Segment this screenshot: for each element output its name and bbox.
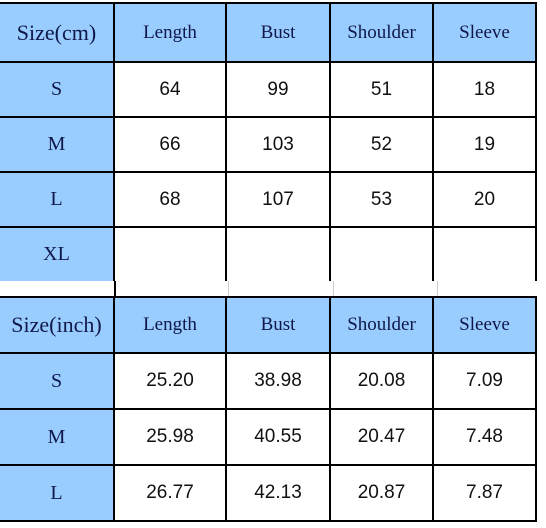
header-row: Size(inch) Length Bust Shoulder Sleeve xyxy=(0,296,537,354)
bust-cell: 99 xyxy=(225,61,331,118)
shoulder-cell: 20.47 xyxy=(329,408,434,466)
length-cell: 25.20 xyxy=(113,352,227,410)
bust-cell: 103 xyxy=(225,116,331,173)
bust-cell: 42.13 xyxy=(225,464,331,522)
column-header-bust: Bust xyxy=(225,296,331,354)
column-header-length: Length xyxy=(113,296,227,354)
column-header-shoulder: Shoulder xyxy=(329,2,434,63)
column-header-sleeve: Sleeve xyxy=(432,2,537,63)
length-cell: 64 xyxy=(113,61,227,118)
table-row: XL xyxy=(0,226,537,283)
bust-cell: 40.55 xyxy=(225,408,331,466)
sleeve-cell: 7.48 xyxy=(432,408,537,466)
length-cell xyxy=(113,226,227,283)
size-label: L xyxy=(0,171,115,228)
sleeve-cell: 18 xyxy=(432,61,537,118)
table-row: L 68 107 53 20 xyxy=(0,171,537,228)
size-label: M xyxy=(0,408,115,466)
size-label: S xyxy=(0,61,115,118)
table-row: S 25.20 38.98 20.08 7.09 xyxy=(0,352,537,410)
unit-header-inch: Size(inch) xyxy=(0,296,115,354)
column-header-length: Length xyxy=(113,2,227,63)
sleeve-cell: 7.09 xyxy=(432,352,537,410)
length-cell: 66 xyxy=(113,116,227,173)
table-row: M 25.98 40.55 20.47 7.48 xyxy=(0,408,537,466)
table-row: L 26.77 42.13 20.87 7.87 xyxy=(0,464,537,522)
size-chart-inch-table: Size(inch) Length Bust Shoulder Sleeve S… xyxy=(0,296,537,522)
spacer-divider xyxy=(228,281,229,297)
column-header-shoulder: Shoulder xyxy=(329,296,434,354)
shoulder-cell xyxy=(329,226,434,283)
size-label: L xyxy=(0,464,115,522)
shoulder-cell: 20.87 xyxy=(329,464,434,522)
shoulder-cell: 51 xyxy=(329,61,434,118)
spacer-divider xyxy=(114,281,116,297)
bust-cell xyxy=(225,226,331,283)
shoulder-cell: 20.08 xyxy=(329,352,434,410)
table-row: M 66 103 52 19 xyxy=(0,116,537,173)
spacer-divider xyxy=(333,281,334,297)
unit-header-cm: Size(cm) xyxy=(0,2,115,63)
sleeve-cell: 7.87 xyxy=(432,464,537,522)
shoulder-cell: 53 xyxy=(329,171,434,228)
bust-cell: 107 xyxy=(225,171,331,228)
sleeve-cell: 20 xyxy=(432,171,537,228)
sleeve-cell: 19 xyxy=(432,116,537,173)
size-label: M xyxy=(0,116,115,173)
size-label: S xyxy=(0,352,115,410)
length-cell: 68 xyxy=(113,171,227,228)
table-row: S 64 99 51 18 xyxy=(0,61,537,118)
bust-cell: 38.98 xyxy=(225,352,331,410)
shoulder-cell: 52 xyxy=(329,116,434,173)
size-label: XL xyxy=(0,226,115,283)
column-header-bust: Bust xyxy=(225,2,331,63)
length-cell: 26.77 xyxy=(113,464,227,522)
spacer-divider xyxy=(437,281,438,297)
column-header-sleeve: Sleeve xyxy=(432,296,537,354)
table-spacer xyxy=(0,281,541,297)
length-cell: 25.98 xyxy=(113,408,227,466)
sleeve-cell xyxy=(432,226,537,283)
header-row: Size(cm) Length Bust Shoulder Sleeve xyxy=(0,2,537,63)
size-chart-cm-table: Size(cm) Length Bust Shoulder Sleeve S 6… xyxy=(0,2,537,283)
